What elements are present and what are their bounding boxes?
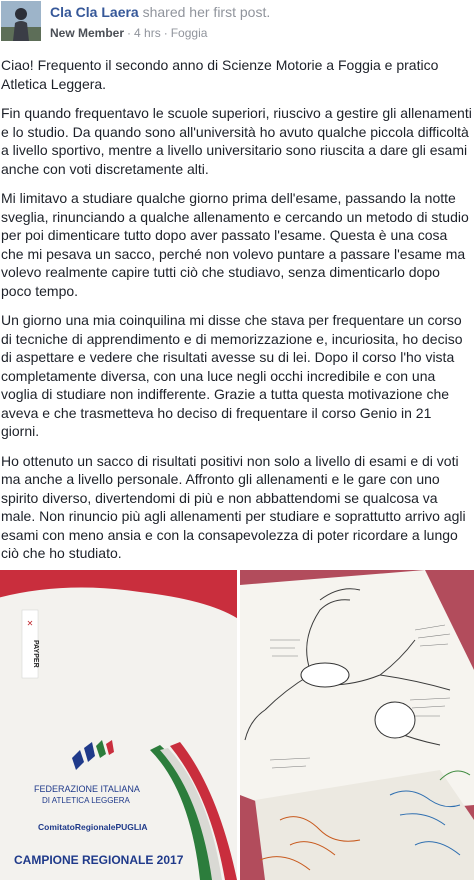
post-time[interactable]: 4 hrs: [134, 26, 161, 40]
post-paragraph: Fin quando frequentavo le scuole superio…: [1, 105, 472, 177]
shirt-text-campione: CAMPIONE REGIONALE 2017: [14, 853, 184, 867]
post-photos: ✕ PAYPER FEDERAZIONE ITALIANA DI ATLETIC…: [0, 570, 474, 880]
separator-dot: ·: [127, 26, 132, 40]
photo-mind-map[interactable]: [240, 570, 474, 880]
author-name[interactable]: Cla Cla Laera: [50, 4, 139, 20]
post-group[interactable]: Foggia: [171, 26, 208, 40]
shirt-text-atletica: DI ATLETICA LEGGERA: [42, 796, 131, 805]
member-badge: New Member: [50, 26, 125, 40]
post-paragraph: Un giorno una mia coinquilina mi disse c…: [1, 312, 463, 439]
separator-dot: ·: [163, 26, 168, 40]
tag-brand: PAYPER: [32, 640, 39, 668]
photo-tshirt[interactable]: ✕ PAYPER FEDERAZIONE ITALIANA DI ATLETIC…: [0, 570, 237, 880]
post-paragraph: Mi limitavo a studiare qualche giorno pr…: [1, 190, 469, 299]
post-action: shared her first post.: [142, 4, 271, 20]
shirt-text-comitato: ComitatoRegionalePUGLIA: [38, 822, 148, 832]
post-header: Cla Cla Laera shared her first post. New…: [0, 0, 474, 46]
svg-text:✕: ✕: [27, 619, 34, 628]
post-text: Ciao! Frequento il secondo anno di Scien…: [1, 56, 473, 603]
post-paragraph: Ciao! Frequento il secondo anno di Scien…: [1, 57, 439, 92]
post-meta: New Member · 4 hrs · Foggia: [50, 26, 207, 40]
avatar[interactable]: [1, 1, 41, 41]
shirt-text-federazione: FEDERAZIONE ITALIANA: [34, 784, 140, 794]
post-paragraph: Ho ottenuto un sacco di risultati positi…: [1, 452, 466, 562]
author-line: Cla Cla Laera shared her first post.: [50, 4, 270, 20]
